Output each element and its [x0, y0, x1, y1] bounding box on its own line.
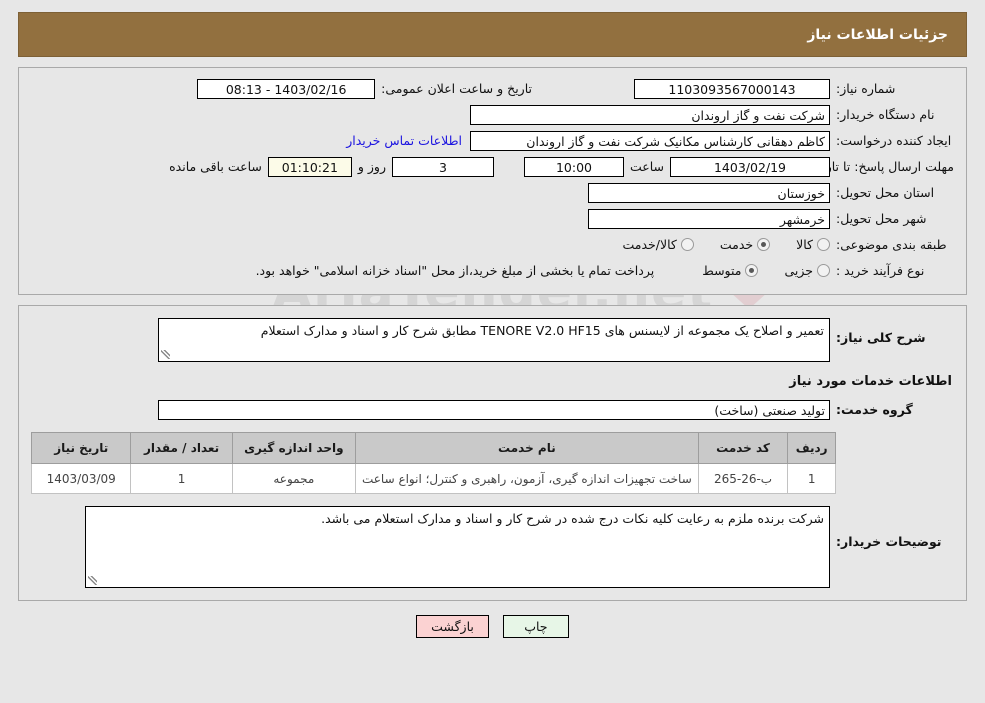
th-code: کد خدمت: [697, 432, 789, 464]
row-buyer-notes: توضیحات خریدار: شرکت برنده ملزم به رعایت…: [31, 506, 954, 588]
need-number-value: 1103093567000143: [634, 78, 830, 99]
row-general-description: شرح کلی نیاز: تعمیر و اصلاح یک مجموعه از…: [31, 318, 954, 362]
radio-process-motavaset[interactable]: متوسط: [702, 263, 759, 278]
service-group-value: تولید صنعتی (ساخت): [158, 399, 830, 420]
subject-category-radio-group: کالا خدمت کالا/خدمت: [596, 237, 830, 252]
back-button[interactable]: بازگشت: [416, 615, 489, 638]
row-buyer-org: نام دستگاه خریدار: شرکت نفت و گاز اروندا…: [31, 104, 954, 125]
radio-subject-kala-khedmat[interactable]: کالا/خدمت: [622, 237, 694, 252]
public-announce-value: 1403/02/16 - 08:13: [197, 78, 376, 99]
row-purchase-process: نوع فرآیند خرید : جزیی متوسط پرداخت تمام…: [31, 260, 954, 281]
need-number-label: شماره نیاز:: [836, 81, 896, 96]
hours-remaining-label: ساعت باقی مانده: [169, 159, 262, 174]
radio-process-jozii-label: جزیی: [784, 263, 813, 278]
purchase-process-label: نوع فرآیند خرید :: [836, 263, 925, 278]
row-subject-category: طبقه بندی موضوعی: کالا خدمت کالا/خدمت: [31, 234, 954, 255]
general-description-value[interactable]: تعمیر و اصلاح یک مجموعه از لایسنس های TE…: [158, 318, 830, 362]
delivery-city-label: شهر محل تحویل:: [836, 211, 927, 226]
cell-need-date: 1403/03/09: [30, 463, 132, 494]
buyer-notes-label: توضیحات خریدار:: [836, 534, 942, 549]
purchase-process-radio-group: جزیی متوسط: [676, 263, 830, 278]
response-deadline-label: مهلت ارسال پاسخ: تا تاریخ:: [809, 158, 954, 174]
radio-circle-icon: [817, 238, 830, 251]
radio-subject-khedmat-label: خدمت: [719, 237, 754, 252]
radio-process-motavaset-label: متوسط: [702, 263, 742, 278]
print-button[interactable]: چاپ: [502, 615, 569, 638]
need-summary-panel: شماره نیاز: 1103093567000143 تاریخ و ساع…: [18, 67, 967, 295]
row-need-number: شماره نیاز: 1103093567000143 تاریخ و ساع…: [31, 78, 954, 99]
table-row: 1 ب-26-265 ساخت تجهیزات اندازه گیری، آزم…: [30, 463, 836, 494]
radio-subject-khedmat[interactable]: خدمت: [719, 237, 771, 252]
row-request-creator: ایجاد کننده درخواست: کاظم دهقانی کارشناس…: [31, 130, 954, 151]
buyer-org-value: شرکت نفت و گاز اروندان: [470, 104, 830, 125]
cell-name: ساخت تجهیزات اندازه گیری، آزمون، راهبری …: [354, 463, 699, 494]
subject-category-label: طبقه بندی موضوعی:: [836, 237, 947, 252]
delivery-city-value: خرمشهر: [588, 208, 830, 229]
cell-qty: 1: [130, 463, 233, 494]
service-items-table-wrap: ردیف کد خدمت نام خدمت واحد اندازه گیری ت…: [30, 432, 954, 494]
delivery-province-value: خوزستان: [588, 182, 830, 203]
page-title: جزئیات اطلاعات نیاز: [807, 26, 948, 43]
buyer-notes-value[interactable]: شرکت برنده ملزم به رعایت کلیه نکات درج ش…: [85, 506, 830, 588]
need-details-panel: شرح کلی نیاز: تعمیر و اصلاح یک مجموعه از…: [18, 305, 967, 601]
radio-circle-icon: [745, 264, 759, 277]
radio-process-jozii[interactable]: جزیی: [784, 263, 830, 278]
radio-circle-icon: [757, 238, 771, 251]
row-service-group: گروه خدمت: تولید صنعتی (ساخت): [31, 399, 954, 420]
deadline-time-value: 10:00: [523, 156, 624, 177]
payment-note: پرداخت تمام یا بخشی از مبلغ خرید،از محل …: [255, 263, 655, 278]
radio-circle-icon: [680, 238, 694, 251]
deadline-hour-label: ساعت: [629, 159, 664, 174]
row-delivery-province: استان محل تحویل: خوزستان: [31, 182, 954, 203]
radio-circle-icon: [817, 264, 830, 277]
radio-subject-kala[interactable]: کالا: [796, 237, 830, 252]
cell-unit: مجموعه: [231, 463, 356, 494]
delivery-province-label: استان محل تحویل:: [836, 185, 935, 200]
public-announce-label: تاریخ و ساعت اعلان عمومی:: [381, 81, 532, 96]
service-group-label: گروه خدمت:: [836, 402, 913, 417]
th-qty: تعداد / مقدار: [130, 432, 233, 464]
services-info-title: اطلاعات خدمات مورد نیاز: [789, 374, 952, 389]
general-description-label: شرح کلی نیاز:: [836, 330, 926, 345]
th-need-date: تاریخ نیاز: [30, 432, 132, 464]
footer-actions: چاپ بازگشت: [0, 615, 985, 638]
th-index: ردیف: [787, 432, 836, 464]
buyer-org-label: نام دستگاه خریدار:: [836, 107, 935, 122]
cell-index: 1: [787, 463, 836, 494]
radio-subject-kala-label: کالا: [796, 237, 813, 252]
table-header-row: ردیف کد خدمت نام خدمت واحد اندازه گیری ت…: [30, 432, 836, 464]
page-root: جزئیات اطلاعات نیاز شماره نیاز: 11030935…: [0, 12, 985, 638]
deadline-date-value: 1403/02/19: [670, 156, 830, 177]
days-and-label: روز و: [357, 159, 386, 174]
countdown-clock-value: 01:10:21: [267, 156, 352, 177]
service-items-table: ردیف کد خدمت نام خدمت واحد اندازه گیری ت…: [30, 432, 836, 494]
request-creator-label: ایجاد کننده درخواست:: [836, 133, 952, 148]
page-header: جزئیات اطلاعات نیاز: [18, 12, 967, 57]
request-creator-value: کاظم دهقانی کارشناس مکانیک شرکت نفت و گا…: [470, 130, 830, 151]
buyer-contact-link[interactable]: اطلاعات تماس خریدار: [338, 133, 470, 148]
th-name: نام خدمت: [354, 432, 699, 464]
radio-subject-kala-khedmat-label: کالا/خدمت: [622, 237, 677, 252]
cell-code: ب-26-265: [697, 463, 789, 494]
row-response-deadline: مهلت ارسال پاسخ: تا تاریخ: 1403/02/19 سا…: [31, 156, 954, 177]
row-delivery-city: شهر محل تحویل: خرمشهر: [31, 208, 954, 229]
days-remaining-value: 3: [391, 156, 494, 177]
th-unit: واحد اندازه گیری: [231, 432, 356, 464]
